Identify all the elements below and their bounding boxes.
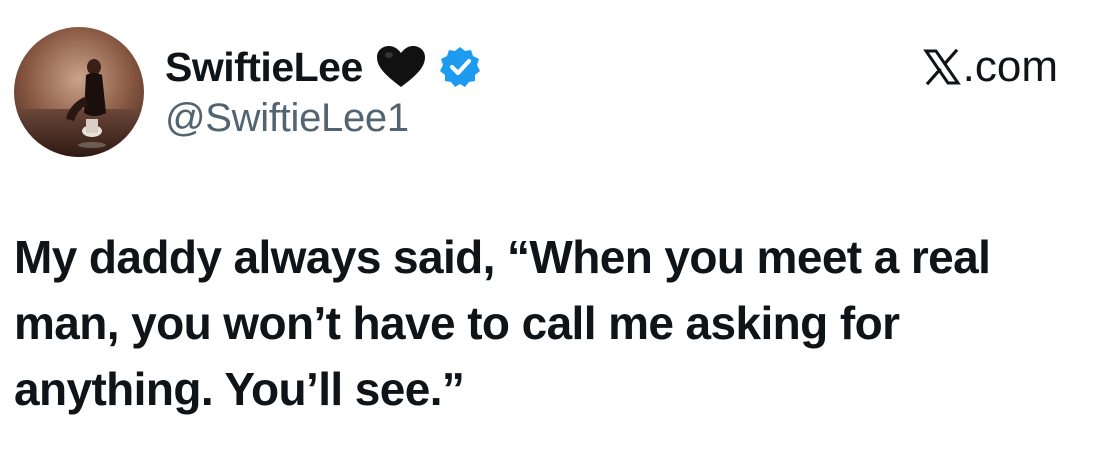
user-handle[interactable]: @SwiftieLee1	[165, 96, 409, 141]
verified-badge-icon[interactable]	[438, 45, 482, 89]
display-name-row: SwiftieLee	[165, 38, 482, 96]
avatar[interactable]	[14, 27, 144, 157]
source-site-label: .com	[922, 38, 1058, 96]
tweet-card: SwiftieLee @SwiftieLee1 .com My daddy al…	[0, 0, 1094, 461]
source-site-text: .com	[962, 42, 1058, 91]
display-name[interactable]: SwiftieLee	[165, 44, 363, 91]
black-heart-icon	[375, 45, 427, 89]
tweet-text: My daddy always said, “When you meet a r…	[14, 231, 991, 415]
x-logo-icon	[922, 48, 961, 86]
